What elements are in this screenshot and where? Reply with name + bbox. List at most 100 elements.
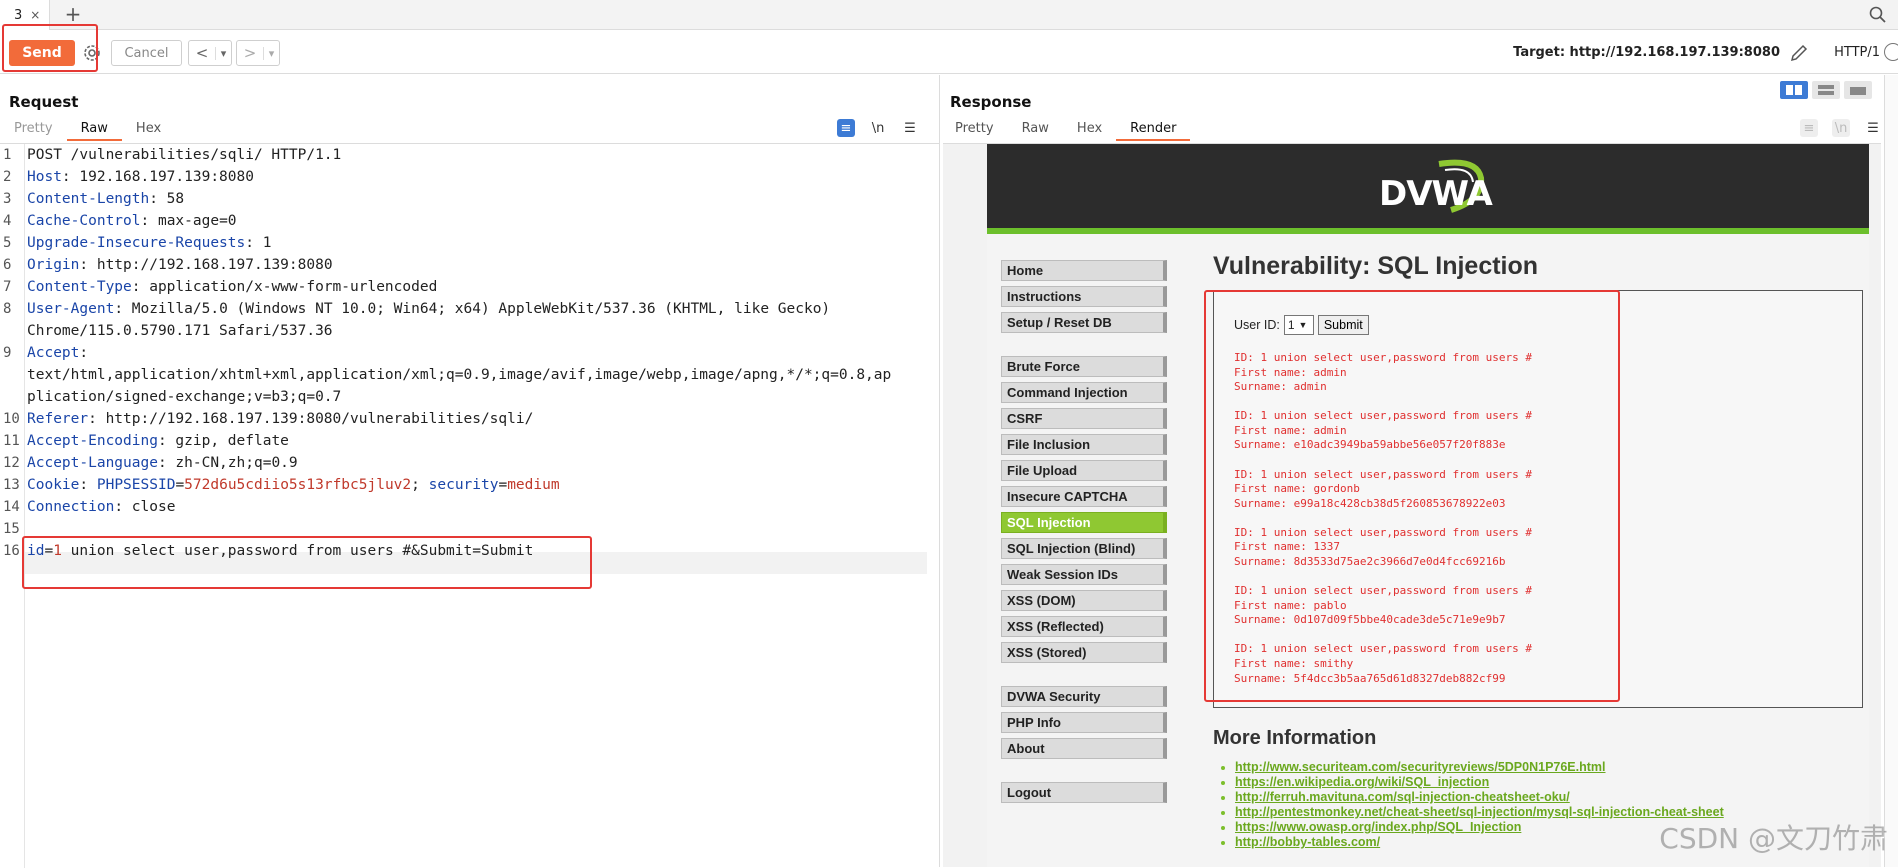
line-number: 1 bbox=[0, 144, 22, 166]
line-number: 6 bbox=[0, 254, 22, 276]
line-number: 13 bbox=[0, 474, 22, 496]
dvwa-menu-item[interactable]: XSS (Reflected) bbox=[1001, 616, 1167, 637]
dvwa-menu-item[interactable]: File Inclusion bbox=[1001, 434, 1167, 455]
header-value: : Mozilla/5.0 (Windows NT 10.0; Win64; x… bbox=[114, 301, 830, 317]
back-icon[interactable]: < bbox=[189, 44, 215, 62]
reference-link[interactable]: http://www.securiteam.com/securityreview… bbox=[1235, 760, 1606, 774]
line-text: plication/signed-exchange;v=b3;q=0.7 bbox=[27, 386, 341, 408]
dvwa-menu-item[interactable]: Instructions bbox=[1001, 286, 1167, 307]
menu-icon[interactable]: ☰ bbox=[901, 119, 919, 137]
wrap-lines-icon[interactable]: ≡ bbox=[837, 119, 855, 137]
header-key: Accept-Encoding bbox=[27, 433, 158, 449]
newline-icon[interactable]: \n bbox=[1832, 119, 1850, 137]
line-text: Content-Type: application/x-www-form-url… bbox=[27, 276, 437, 298]
menu-icon[interactable]: ☰ bbox=[1864, 119, 1882, 137]
dvwa-logo-text: DVWA bbox=[1379, 174, 1492, 214]
dvwa-menu-item[interactable]: Home bbox=[1001, 260, 1167, 281]
tab-label: 3 bbox=[14, 8, 22, 23]
reference-link[interactable]: https://en.wikipedia.org/wiki/SQL_inject… bbox=[1235, 775, 1489, 789]
request-line: 2Host: 192.168.197.139:8080 bbox=[0, 166, 940, 188]
dvwa-menu-item[interactable]: CSRF bbox=[1001, 408, 1167, 429]
line-number: 12 bbox=[0, 452, 22, 474]
request-tools: ≡ \n ☰ bbox=[837, 119, 919, 137]
dvwa-menu-item[interactable]: Command Injection bbox=[1001, 382, 1167, 403]
list-item: http://pentestmonkey.net/cheat-sheet/sql… bbox=[1235, 805, 1724, 820]
dvwa-menu-item[interactable]: Weak Session IDs bbox=[1001, 564, 1167, 585]
request-tab-raw[interactable]: Raw bbox=[67, 117, 122, 141]
watermark: CSDN @文刀竹肃 bbox=[1659, 817, 1888, 857]
http-version[interactable]: HTTP/1 bbox=[1834, 45, 1880, 60]
layout-split-icon[interactable] bbox=[1780, 81, 1808, 99]
dvwa-menu-item[interactable]: Insecure CAPTCHA bbox=[1001, 486, 1167, 507]
dvwa-menu-item[interactable]: PHP Info bbox=[1001, 712, 1167, 733]
reference-link[interactable]: http://pentestmonkey.net/cheat-sheet/sql… bbox=[1235, 805, 1724, 819]
request-editor[interactable]: 1POST /vulnerabilities/sqli/ HTTP/1.12Ho… bbox=[0, 143, 940, 867]
list-item: http://www.securiteam.com/securityreview… bbox=[1235, 760, 1724, 775]
dvwa-menu-item[interactable]: About bbox=[1001, 738, 1167, 759]
response-tab-hex[interactable]: Hex bbox=[1063, 117, 1116, 141]
response-tab-raw[interactable]: Raw bbox=[1008, 117, 1063, 141]
newline-icon[interactable]: \n bbox=[869, 119, 887, 137]
forward-menu-icon[interactable]: ▾ bbox=[263, 47, 279, 60]
more-info-links: http://www.securiteam.com/securityreview… bbox=[1235, 760, 1724, 850]
dvwa-menu-item[interactable]: File Upload bbox=[1001, 460, 1167, 481]
line-text: Cookie: PHPSESSID=572d6u5cdiio5s13rfbc5j… bbox=[27, 474, 560, 496]
forward-button-group[interactable]: > ▾ bbox=[236, 40, 280, 66]
header-key: Cache-Control bbox=[27, 213, 141, 229]
request-line: 7Content-Type: application/x-www-form-ur… bbox=[0, 276, 940, 298]
request-tab-hex[interactable]: Hex bbox=[122, 117, 175, 141]
tab-close-icon[interactable]: × bbox=[30, 8, 40, 22]
line-text: Host: 192.168.197.139:8080 bbox=[27, 166, 254, 188]
dvwa-header: DVWA bbox=[987, 144, 1869, 234]
dvwa-menu-item[interactable]: DVWA Security bbox=[1001, 686, 1167, 707]
request-line: 10Referer: http://192.168.197.139:8080/v… bbox=[0, 408, 940, 430]
info-icon[interactable] bbox=[1884, 43, 1898, 61]
inspector-sidebar[interactable] bbox=[1884, 75, 1898, 867]
layout-stacked-icon[interactable] bbox=[1812, 81, 1840, 99]
add-tab-icon[interactable]: + bbox=[62, 3, 84, 25]
line-number: 15 bbox=[0, 518, 22, 540]
header-value: : application/x-www-form-urlencoded bbox=[132, 279, 438, 295]
reference-link[interactable]: https://www.owasp.org/index.php/SQL_Inje… bbox=[1235, 820, 1521, 834]
list-item: https://www.owasp.org/index.php/SQL_Inje… bbox=[1235, 820, 1724, 835]
back-button-group[interactable]: < ▾ bbox=[188, 40, 232, 66]
request-tab-pretty[interactable]: Pretty bbox=[0, 117, 67, 141]
dvwa-menu-item[interactable]: XSS (DOM) bbox=[1001, 590, 1167, 611]
dvwa-menu-item[interactable]: Brute Force bbox=[1001, 356, 1167, 377]
header-key: Accept bbox=[27, 345, 79, 361]
header-value: : 1 bbox=[245, 235, 271, 251]
back-menu-icon[interactable]: ▾ bbox=[215, 47, 231, 60]
line-content: Chrome/115.0.5790.171 Safari/537.36 bbox=[27, 323, 333, 339]
pencil-icon[interactable] bbox=[1788, 42, 1810, 64]
line-text: Cache-Control: max-age=0 bbox=[27, 210, 237, 232]
line-text: Origin: http://192.168.197.139:8080 bbox=[27, 254, 333, 276]
dvwa-menu-item[interactable]: XSS (Stored) bbox=[1001, 642, 1167, 663]
layout-tabs-icon[interactable] bbox=[1844, 81, 1872, 99]
request-line: 8User-Agent: Mozilla/5.0 (Windows NT 10.… bbox=[0, 298, 940, 320]
dvwa-menu-item[interactable]: Setup / Reset DB bbox=[1001, 312, 1167, 333]
request-line: 13Cookie: PHPSESSID=572d6u5cdiio5s13rfbc… bbox=[0, 474, 940, 496]
request-line: 3Content-Length: 58 bbox=[0, 188, 940, 210]
cancel-button[interactable]: Cancel bbox=[111, 40, 182, 66]
response-tab-render[interactable]: Render bbox=[1116, 117, 1190, 141]
dvwa-menu-item[interactable]: Logout bbox=[1001, 782, 1167, 803]
header-value: : http://192.168.197.139:8080/vulnerabil… bbox=[88, 411, 533, 427]
line-text: User-Agent: Mozilla/5.0 (Windows NT 10.0… bbox=[27, 298, 830, 320]
header-value: : http://192.168.197.139:8080 bbox=[79, 257, 332, 273]
search-icon[interactable] bbox=[1868, 5, 1888, 25]
dvwa-menu-item[interactable]: SQL Injection (Blind) bbox=[1001, 538, 1167, 559]
reference-link[interactable]: http://bobby-tables.com/ bbox=[1235, 835, 1380, 849]
wrap-lines-icon[interactable]: ≡ bbox=[1800, 119, 1818, 137]
response-tab-pretty[interactable]: Pretty bbox=[941, 117, 1008, 141]
header-value: : gzip, deflate bbox=[158, 433, 289, 449]
line-number: 8 bbox=[0, 298, 22, 320]
dvwa-menu-item[interactable]: SQL Injection bbox=[1001, 512, 1167, 533]
forward-icon[interactable]: > bbox=[237, 44, 263, 62]
request-line: 6Origin: http://192.168.197.139:8080 bbox=[0, 254, 940, 276]
reference-link[interactable]: http://ferruh.mavituna.com/sql-injection… bbox=[1235, 790, 1570, 804]
header-value: : close bbox=[114, 499, 175, 515]
request-line: plication/signed-exchange;v=b3;q=0.7 bbox=[0, 386, 940, 408]
header-key: Host bbox=[27, 169, 62, 185]
line-number: 4 bbox=[0, 210, 22, 232]
line-number: 16 bbox=[0, 540, 22, 562]
